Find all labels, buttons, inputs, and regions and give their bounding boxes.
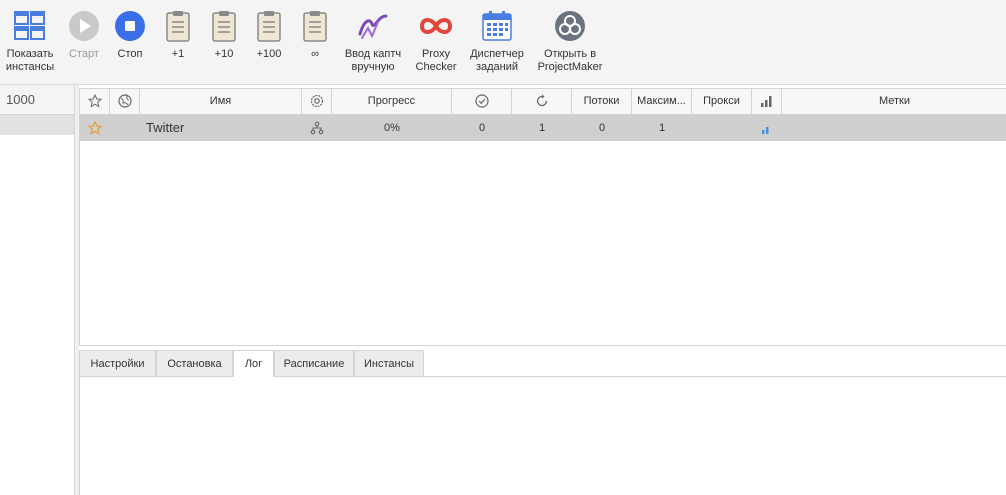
- progress-cell: 0%: [384, 122, 400, 134]
- done-column-header[interactable]: [452, 89, 512, 114]
- tab-settings[interactable]: Настройки: [79, 350, 156, 376]
- signal-bars-icon: [760, 96, 771, 107]
- clipboard-icon: [207, 8, 241, 44]
- start-button[interactable]: Старт: [64, 0, 104, 84]
- windows-grid-icon: [13, 8, 47, 44]
- calendar-icon: [480, 8, 514, 44]
- proxy-cell: [692, 115, 752, 141]
- stop-icon: [113, 8, 147, 44]
- plus10-label: +10: [214, 48, 234, 60]
- progress-column-header[interactable]: Прогресс: [332, 89, 452, 114]
- thread-count[interactable]: 1000: [0, 85, 74, 115]
- left-pane-selected-item[interactable]: [0, 115, 74, 135]
- play-icon: [67, 8, 101, 44]
- bottom-tabs: Настройки Остановка Лог Расписание Инста…: [79, 350, 1006, 377]
- hierarchy-icon: [310, 121, 324, 135]
- threads-column-header[interactable]: Потоки: [572, 89, 632, 114]
- left-pane: 1000: [0, 85, 75, 495]
- repeats-cell: 1: [538, 122, 546, 134]
- captcha-label: Ввод каптч вручную: [344, 48, 402, 73]
- proxy-checker-label: Proxy Checker: [415, 48, 457, 73]
- max-cell: 1: [658, 122, 666, 134]
- log-panel[interactable]: [79, 377, 1006, 495]
- projectmaker-icon: [553, 8, 587, 44]
- stop-label: Стоп: [117, 48, 143, 60]
- open-projectmaker-button[interactable]: Открыть в ProjectMaker: [534, 0, 606, 84]
- plus100-button[interactable]: +100: [249, 0, 289, 84]
- infinity-icon: [419, 8, 453, 44]
- table-row[interactable]: Twitter 0% 0 1 0 1: [80, 115, 1006, 141]
- scheduler-label: Диспетчер заданий: [470, 48, 524, 73]
- plus1-button[interactable]: +1: [158, 0, 198, 84]
- task-name: Twitter: [146, 120, 185, 135]
- show-instances-button[interactable]: Показать инстансы: [4, 0, 56, 84]
- proxy-column-header[interactable]: Прокси: [692, 89, 752, 114]
- tab-instances[interactable]: Инстансы: [354, 350, 424, 376]
- repeats-column-header[interactable]: [512, 89, 572, 114]
- show-instances-label: Показать инстансы: [5, 48, 55, 73]
- globe-icon: [117, 94, 132, 108]
- tab-stop[interactable]: Остановка: [156, 350, 233, 376]
- done-cell: 0: [478, 122, 486, 134]
- toolbar: Показать инстансы Старт Стоп +1 +10 +100…: [0, 0, 1006, 85]
- clipboard-icon: [298, 8, 332, 44]
- star-outline-icon: [87, 93, 102, 108]
- tab-log[interactable]: Лог: [233, 350, 274, 377]
- infinite-button[interactable]: ∞: [295, 0, 335, 84]
- max-column-header[interactable]: Максим...: [632, 89, 692, 114]
- table-header: Имя Прогресс Потоки Максим... Прокси Мет…: [80, 89, 1006, 115]
- priority-bars-icon: [762, 127, 769, 134]
- open-projectmaker-label: Открыть в ProjectMaker: [537, 48, 603, 73]
- scheduler-button[interactable]: Диспетчер заданий: [466, 0, 528, 84]
- tags-column-header[interactable]: Метки: [782, 89, 1006, 114]
- stop-button[interactable]: Стоп: [110, 0, 150, 84]
- plus1-label: +1: [171, 48, 185, 60]
- clipboard-icon: [252, 8, 286, 44]
- captcha-button[interactable]: Ввод каптч вручную: [340, 0, 406, 84]
- tasks-table: Имя Прогресс Потоки Максим... Прокси Мет…: [79, 88, 1006, 346]
- clipboard-icon: [161, 8, 195, 44]
- infinite-label: ∞: [311, 48, 319, 60]
- priority-column-header[interactable]: [752, 89, 782, 114]
- check-circle-icon: [474, 94, 489, 108]
- plus100-label: +100: [256, 48, 282, 60]
- tags-cell: [782, 115, 1006, 141]
- threads-cell: 0: [598, 122, 606, 134]
- gear-icon: [310, 94, 323, 108]
- status-column-header[interactable]: [110, 89, 140, 114]
- settings-cell[interactable]: [302, 115, 332, 141]
- priority-cell[interactable]: [752, 115, 782, 141]
- name-column-header[interactable]: Имя: [140, 89, 302, 114]
- tab-schedule[interactable]: Расписание: [274, 350, 354, 376]
- start-label: Старт: [69, 48, 99, 60]
- refresh-icon: [536, 94, 547, 107]
- plus10-button[interactable]: +10: [204, 0, 244, 84]
- captcha-icon: [356, 8, 390, 44]
- favorite-cell[interactable]: [80, 115, 110, 141]
- favorite-column-header[interactable]: [80, 89, 110, 114]
- star-icon: [87, 120, 103, 135]
- proxy-checker-button[interactable]: Proxy Checker: [412, 0, 460, 84]
- settings-column-header[interactable]: [302, 89, 332, 114]
